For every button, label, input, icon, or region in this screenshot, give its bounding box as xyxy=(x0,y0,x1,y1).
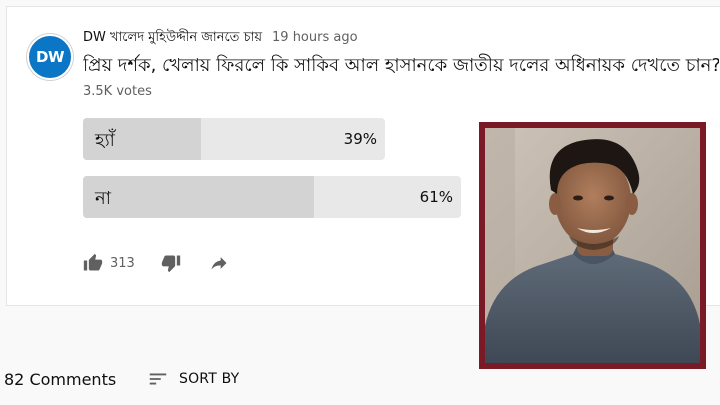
like-count: 313 xyxy=(110,255,135,271)
channel-avatar[interactable]: DW xyxy=(27,34,73,80)
post-header: DW খালেদ মুহিউদ্দীন জানতে চায় 19 hours … xyxy=(83,28,358,49)
vote-count: 3.5K votes xyxy=(83,84,152,99)
poll-option-percent: 61% xyxy=(419,188,453,206)
comment-count: 82 Comments xyxy=(4,370,117,389)
channel-name[interactable]: DW খালেদ মুহিউদ্দীন জানতে চায় xyxy=(83,28,262,49)
poll-question: প্রিয় দর্শক, খেলায় ফিরলে কি সাকিব আল হ… xyxy=(83,55,719,76)
video-overlay xyxy=(479,122,706,369)
poll-option-no[interactable]: না 61% xyxy=(83,176,461,218)
thumbs-down-icon xyxy=(161,255,180,273)
poll-option-label: হ্যাঁ xyxy=(95,130,115,151)
dw-logo: DW xyxy=(36,48,65,66)
poll-option-fill xyxy=(83,176,314,218)
sort-by-label: SORT BY xyxy=(179,371,240,387)
share-button[interactable] xyxy=(209,253,229,273)
share-icon xyxy=(211,257,227,270)
dislike-button[interactable] xyxy=(161,253,181,273)
poll-option-label: না xyxy=(95,188,111,209)
presenter-image xyxy=(485,128,700,363)
poll-option-yes[interactable]: হ্যাঁ 39% xyxy=(83,118,385,160)
poll-option-percent: 39% xyxy=(343,130,377,148)
post-timestamp[interactable]: 19 hours ago xyxy=(272,30,358,45)
sort-by-button[interactable]: SORT BY xyxy=(147,368,239,390)
thumbs-up-icon xyxy=(83,253,103,271)
sort-icon xyxy=(149,373,167,385)
presenter-video xyxy=(485,128,700,363)
like-button[interactable]: 313 xyxy=(83,253,161,273)
post-actions: 313 xyxy=(83,251,229,275)
